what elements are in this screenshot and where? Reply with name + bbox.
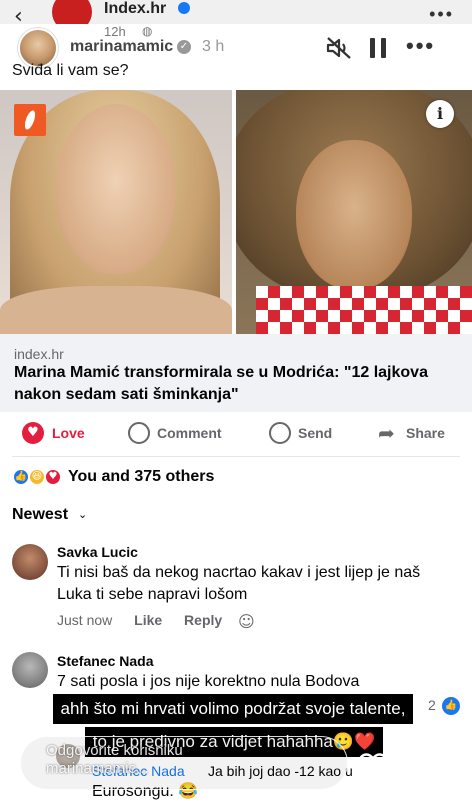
post-text: Sviđa li vam se? [12,62,129,79]
reply-placeholder[interactable]: Odgovorite korisniku marinamamic... [46,742,186,778]
love-button[interactable]: Love [52,425,85,441]
comment-icon[interactable] [128,422,150,444]
comment-reply-button[interactable]: Reply [184,612,222,628]
verified-icon [178,2,190,14]
story-caption-line-1: ahh što mi hrvati volimo podržat svoje t… [44,694,422,724]
comment-meta: Just now Like Reply [57,612,240,628]
globe-icon: ◍ [142,24,153,38]
love-reaction-icon: ♥ [44,468,62,486]
reactions-count[interactable]: You and 375 others [68,468,214,486]
add-reaction-icon[interactable]: ☺ [238,612,255,631]
comment-like-button[interactable]: Like [134,612,162,628]
send-icon[interactable] [410,752,440,780]
divider [12,456,460,457]
messenger-icon[interactable] [269,422,291,444]
post-time: 12h [104,24,126,39]
comment-sort-dropdown[interactable]: Newest [12,506,68,524]
commenter-avatar[interactable] [12,544,48,580]
love-icon[interactable]: ♥ [22,422,44,444]
mute-icon[interactable] [326,36,352,60]
share-button[interactable]: Share [406,425,445,441]
commenter-name[interactable]: Stefanec Nada [57,653,153,669]
comment-reaction-count[interactable]: 2 [428,697,436,713]
pause-icon[interactable] [370,38,386,58]
story-more-icon[interactable]: ••• [406,33,435,59]
chevron-down-icon[interactable]: ⌄ [78,508,87,521]
story-time: 3 h [202,38,225,55]
comment-text: Ti nisi baš da nekog nacrtao kakav i jes… [57,564,421,603]
heart-icon[interactable] [358,752,388,780]
commenter-name[interactable]: Savka Lucic [57,544,138,560]
facebook-post-screenshot: ‹ Index.hr ••• 12h ◍ marinamamic ✓ 3 h •… [0,0,472,812]
verified-badge-icon: ✓ [177,40,191,54]
like-reaction-icon: 👍 [442,697,460,715]
brand-logo-icon [14,104,46,136]
info-icon[interactable]: i [426,100,454,128]
story-username[interactable]: marinamamic [70,38,173,56]
send-button[interactable]: Send [298,425,332,441]
comment-text: 7 sati posla i jos nije korektno nula Bo… [57,673,360,690]
source-name: Index.hr [104,0,167,17]
more-icon: ••• [429,4,454,24]
share-icon[interactable]: ➦ [378,422,400,444]
link-domain: index.hr [14,346,64,362]
comment-button[interactable]: Comment [157,425,222,441]
commenter-avatar[interactable] [12,652,48,688]
link-title[interactable]: Marina Mamić transformirala se u Modrića… [14,362,464,406]
comment-time: Just now [57,612,113,628]
